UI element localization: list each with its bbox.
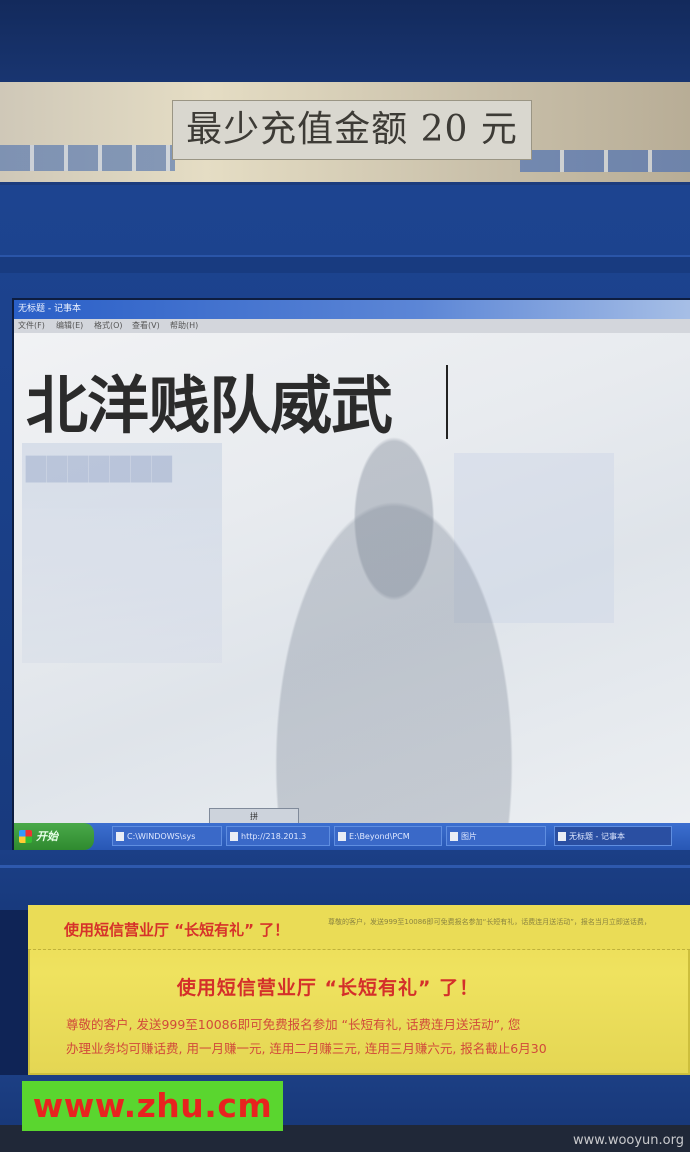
photographer-reflection (244, 433, 544, 823)
sign-strip-right (520, 150, 690, 172)
menu-help[interactable]: 帮助(H) (170, 319, 198, 333)
sign-strip-left (0, 145, 175, 171)
min-topup-sign: 最少充值金额 20 元 (172, 100, 532, 160)
lower-ridge (0, 865, 690, 868)
poster-fine-print: 尊敬的客户，发送999至10086即可免费报名参加“长短有礼，话费连月送活动”，… (328, 918, 651, 926)
taskbar: 开始 C:\WINDOWS\sys http://218.201.3 E:\Be… (14, 823, 690, 850)
poster-body-line: 办理业务均可赚话费, 用一月赚一元, 连用二月赚三元, 连用三月赚六元, 报名截… (66, 1041, 547, 1056)
lower-bezel (0, 850, 690, 910)
taskbar-item[interactable]: http://218.201.3 (226, 826, 330, 846)
notepad-titlebar[interactable]: 无标题 - 记事本 (14, 300, 690, 319)
text-cursor (446, 365, 448, 439)
menu-view[interactable]: 查看(V) (132, 319, 160, 333)
bezel-ridge (0, 255, 690, 273)
taskbar-item[interactable]: C:\WINDOWS\sys (112, 826, 222, 846)
watermark-zhu: www.zhu.cm (22, 1081, 283, 1131)
start-button[interactable]: 开始 (14, 823, 94, 850)
menu-format[interactable]: 格式(O) (94, 319, 123, 333)
poster-body-line: 尊敬的客户, 发送999至10086即可免费报名参加 “长短有礼, 话费连月送活… (66, 1017, 521, 1032)
poster-main-title: 使用短信营业厅 “长短有礼” 了！ (176, 977, 480, 999)
taskbar-item[interactable]: E:\Beyond\PCM (334, 826, 442, 846)
taskbar-item[interactable]: 图片 (446, 826, 546, 846)
menu-edit[interactable]: 编辑(E) (56, 319, 83, 333)
kiosk-screen: 无标题 - 记事本 文件(F) 编辑(E) 格式(O) 查看(V) 帮助(H) … (12, 298, 690, 850)
notepad-text-area[interactable]: ▇▇▇▇▇▇▇ 北洋贱队威武 (14, 333, 690, 823)
background-reflection: ▇▇▇▇▇▇▇ (22, 443, 222, 663)
poster-top-strip: 使用短信营业厅 “长短有礼” 了！ 尊敬的客户，发送999至10086即可免费报… (28, 905, 690, 950)
poster-small-title: 使用短信营业厅 “长短有礼” 了！ (64, 921, 290, 939)
notepad-menubar: 文件(F) 编辑(E) 格式(O) 查看(V) 帮助(H) (14, 319, 690, 333)
promo-poster: 使用短信营业厅 “长短有礼” 了！ 尊敬的客户，发送999至10086即可免费报… (28, 905, 690, 1075)
start-label: 开始 (36, 830, 58, 843)
typed-text: 北洋贱队威武 (26, 369, 393, 442)
menu-file[interactable]: 文件(F) (18, 319, 45, 333)
windows-logo-icon (19, 830, 32, 843)
reflection-text: ▇▇▇▇▇▇▇ (26, 453, 173, 483)
watermark-wooyun: www.wooyun.org (572, 1133, 684, 1148)
poster-body: 尊敬的客户, 发送999至10086即可免费报名参加 “长短有礼, 话费连月送活… (66, 1013, 690, 1061)
taskbar-item-active[interactable]: 无标题 - 记事本 (554, 826, 672, 846)
